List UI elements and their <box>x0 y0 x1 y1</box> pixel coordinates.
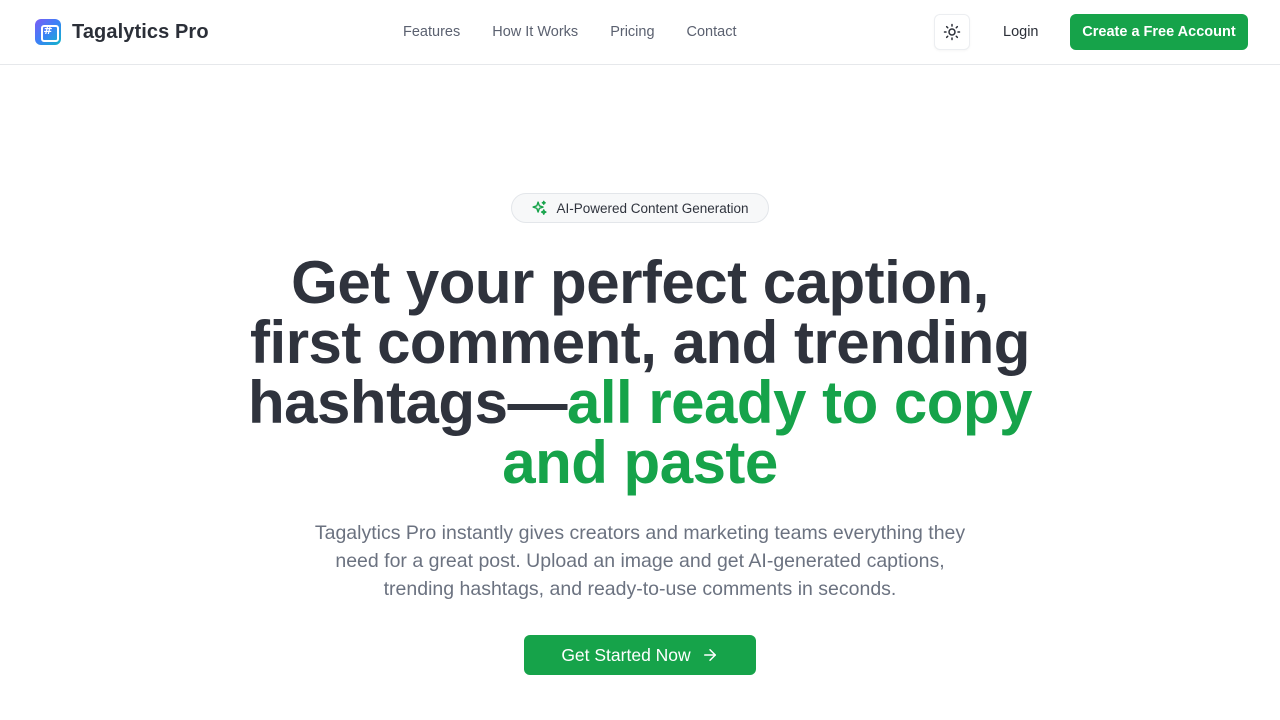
sun-icon <box>943 23 961 41</box>
sparkles-icon <box>532 200 548 215</box>
arrow-right-icon <box>703 649 716 661</box>
headline-accent-text: all ready to copy and paste <box>502 369 1032 496</box>
nav-link-features[interactable]: Features <box>403 22 460 42</box>
nav-link-contact[interactable]: Contact <box>687 22 737 42</box>
nav-link-how-it-works[interactable]: How It Works <box>492 22 578 42</box>
badge-label: AI-Powered Content Generation <box>556 200 749 216</box>
brand-name: Tagalytics Pro <box>72 20 209 43</box>
hero-headline: Get your perfect caption, first comment,… <box>240 253 1040 493</box>
ai-badge: AI-Powered Content Generation <box>511 193 769 223</box>
get-started-button[interactable]: Get Started Now <box>524 635 756 675</box>
login-link[interactable]: Login <box>1003 22 1038 42</box>
main-nav: Features How It Works Pricing Contact <box>403 22 737 42</box>
nav-link-pricing[interactable]: Pricing <box>610 22 654 42</box>
top-navbar: Tagalytics Pro Features How It Works Pri… <box>0 0 1280 65</box>
hero-subtext: Tagalytics Pro instantly gives creators … <box>314 522 966 600</box>
create-account-button[interactable]: Create a Free Account <box>1070 14 1248 50</box>
get-started-label: Get Started Now <box>561 644 691 665</box>
theme-toggle-button[interactable] <box>934 14 970 50</box>
brand-logo-link[interactable]: Tagalytics Pro <box>35 18 209 46</box>
app-logo-icon <box>35 19 61 45</box>
